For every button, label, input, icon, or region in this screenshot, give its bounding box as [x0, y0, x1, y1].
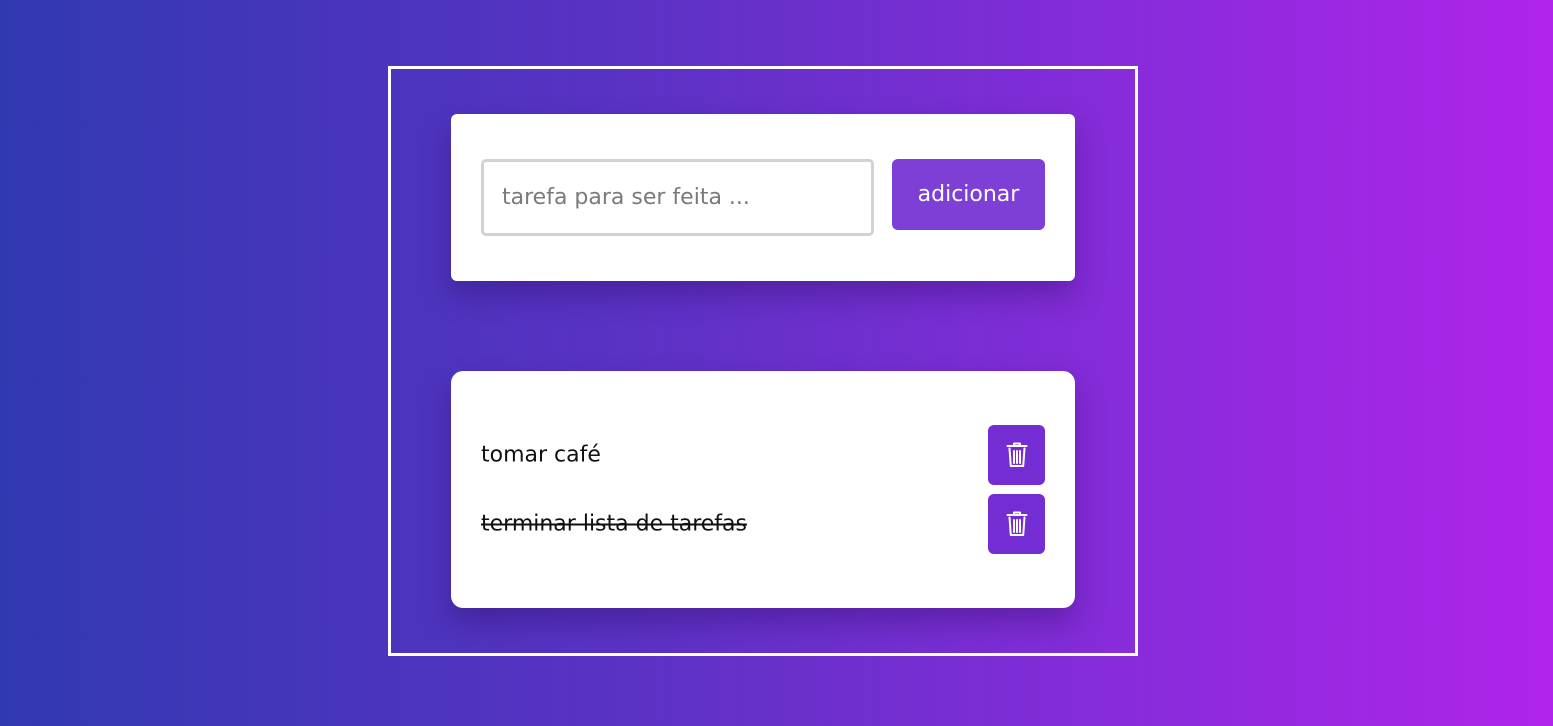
trash-icon [1006, 442, 1027, 467]
delete-task-button[interactable] [988, 494, 1045, 554]
task-item: tomar café [481, 425, 1045, 485]
task-item: terminar lista de tarefas [481, 494, 1045, 554]
new-task-card: adicionar [451, 114, 1075, 281]
task-input[interactable] [481, 159, 874, 236]
task-text-completed[interactable]: terminar lista de tarefas [481, 512, 747, 537]
task-list: tomar café terminar lista de tarefas [451, 371, 1075, 608]
task-text[interactable]: tomar café [481, 443, 601, 468]
delete-task-button[interactable] [988, 425, 1045, 485]
trash-icon [1006, 511, 1027, 536]
add-task-button[interactable]: adicionar [892, 159, 1045, 230]
